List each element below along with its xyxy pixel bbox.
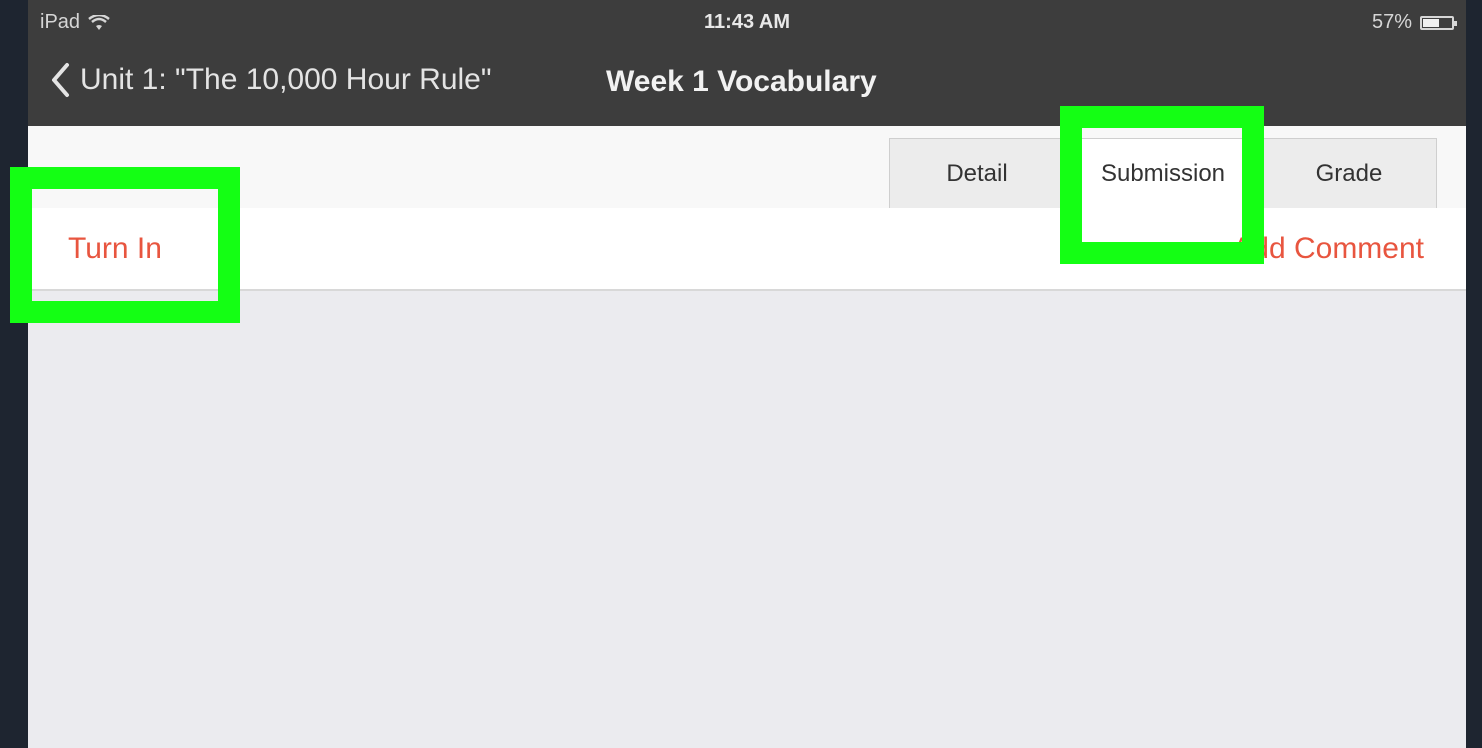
turn-in-button[interactable]: Turn In <box>68 232 162 266</box>
content-area <box>28 291 1466 748</box>
add-comment-button[interactable]: Add Comment <box>1232 232 1424 266</box>
navigation-bar: iPad 11:43 AM 57% Unit 1: "The 10,000 Ho… <box>28 0 1466 126</box>
ipad-screen: iPad 11:43 AM 57% Unit 1: "The 10,000 Ho… <box>28 0 1466 748</box>
status-right: 57% <box>1371 11 1457 34</box>
battery-icon <box>1420 15 1457 30</box>
tab-bar: Detail Submission Grade <box>28 126 1466 210</box>
back-label: Unit 1: "The 10,000 Hour Rule" <box>80 63 492 96</box>
chevron-left-icon <box>52 63 69 97</box>
submission-toolbar: Turn In Add Comment <box>28 208 1466 291</box>
tab-submission[interactable]: Submission <box>1065 138 1261 208</box>
back-button[interactable]: Unit 1: "The 10,000 Hour Rule" <box>50 62 492 98</box>
page-title: Week 1 Vocabulary <box>606 65 877 98</box>
status-time: 11:43 AM <box>704 11 790 33</box>
tab-detail[interactable]: Detail <box>889 138 1065 208</box>
battery-percent: 57% <box>1371 11 1412 33</box>
tab-grade[interactable]: Grade <box>1261 138 1437 208</box>
